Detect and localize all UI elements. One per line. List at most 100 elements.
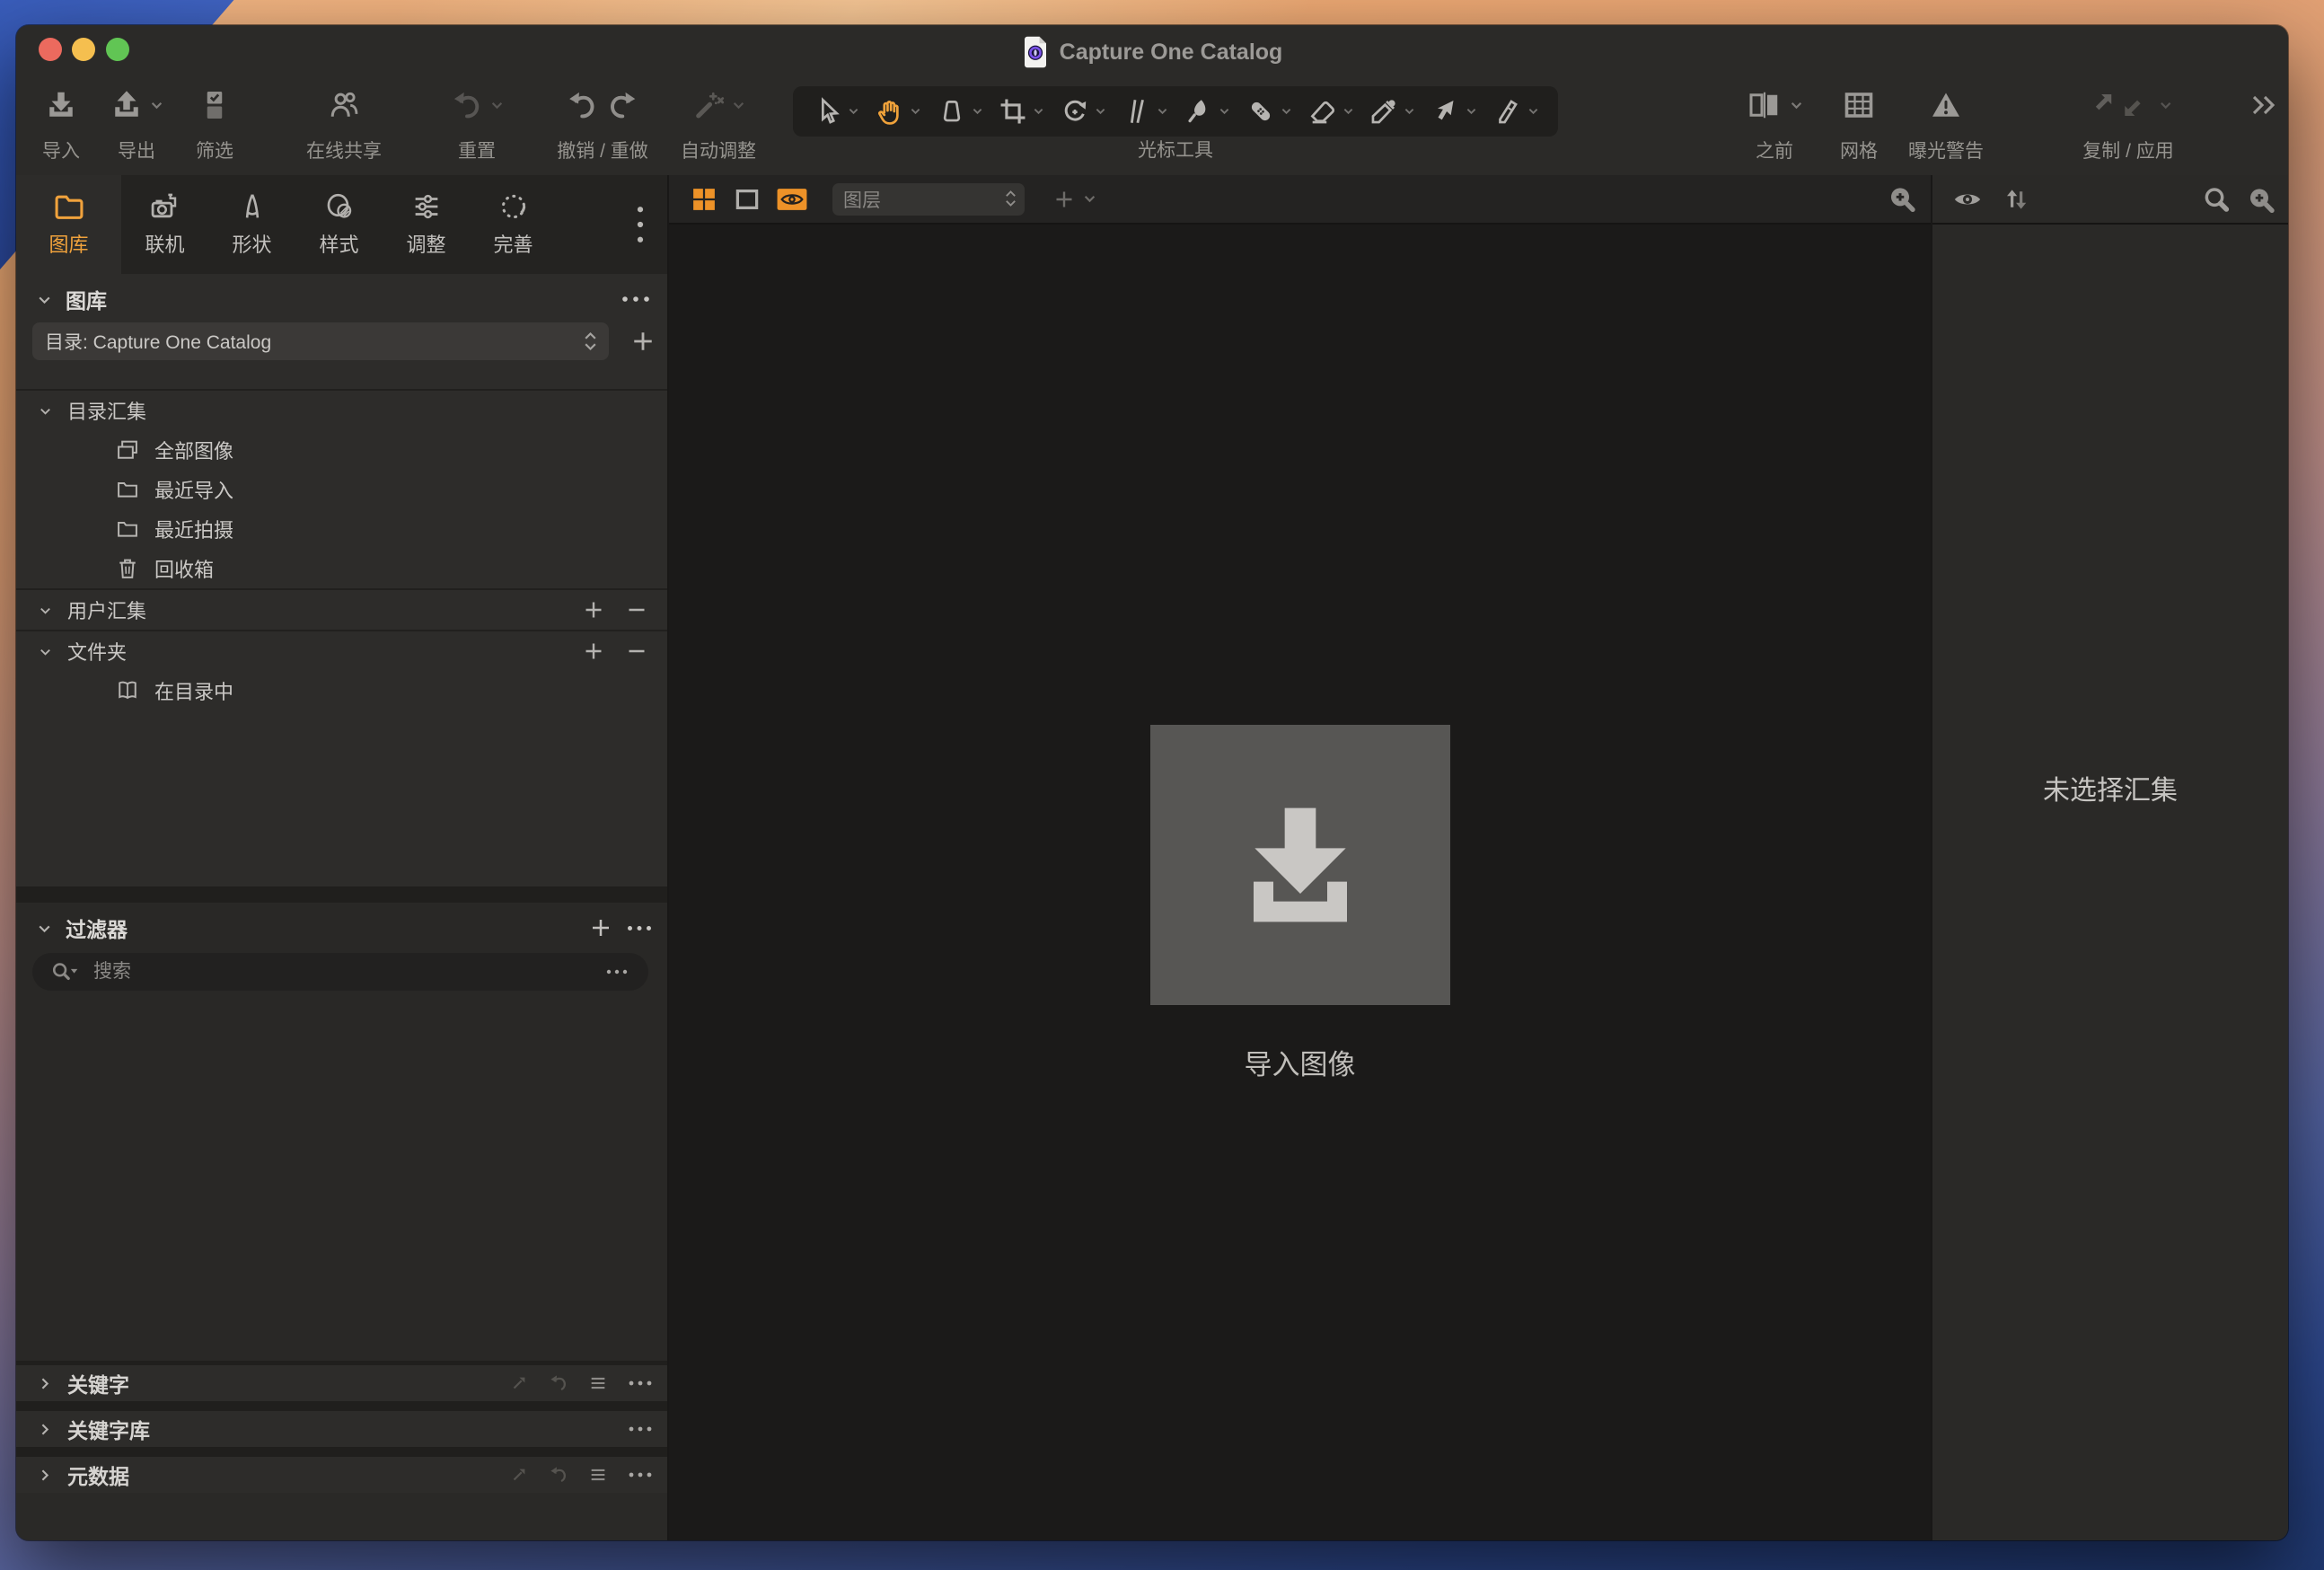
filter-toolbar-button[interactable]: 筛选: [196, 79, 233, 163]
undo-icon: [569, 92, 594, 119]
tree-item-in-catalog[interactable]: 在目录中: [16, 671, 667, 710]
tab-label: 图库: [48, 234, 89, 256]
copy-adjustments-icon[interactable]: [509, 1465, 529, 1485]
copy-adjustments-icon[interactable]: [509, 1373, 529, 1393]
auto-adjust-button[interactable]: 自动调整: [681, 79, 756, 163]
viewer-canvas: 导入图像: [669, 226, 1931, 1540]
select-tool[interactable]: [813, 96, 858, 127]
filters-header[interactable]: 过滤器: [16, 903, 667, 944]
loupe-plus-icon[interactable]: [2247, 186, 2276, 215]
hamburger-menu-icon[interactable]: [588, 1373, 608, 1393]
add-filter-button[interactable]: [590, 917, 612, 939]
tree-group-folders[interactable]: 文件夹: [16, 631, 667, 671]
add-folder-icon[interactable]: [583, 640, 604, 662]
tab-tether[interactable]: 联机: [121, 175, 208, 274]
ellipsis-icon[interactable]: [628, 1425, 653, 1433]
straighten-tool[interactable]: [1122, 96, 1167, 127]
single-view-icon[interactable]: [734, 186, 761, 213]
main-toolbar: 导入 导出 筛选 在线共享 重置 撤销 / 重做 自动调整 光标工具 之前 网格…: [16, 79, 2288, 175]
tab-shapes[interactable]: 形状: [208, 175, 295, 274]
open-book-icon: [119, 681, 136, 700]
import-dropzone[interactable]: [1149, 725, 1450, 1005]
keyword-library-section-header[interactable]: 关键字库: [16, 1411, 667, 1447]
draw-tool[interactable]: [1430, 96, 1476, 127]
copy-arrow-up-icon: [2096, 94, 2112, 110]
tab-label: 调整: [406, 234, 446, 256]
tool-tabs: 图库 联机 形状 样式 调整 完善: [16, 175, 667, 274]
keywords-section-header[interactable]: 关键字: [16, 1365, 667, 1401]
filter-checkbox-icon: [207, 92, 223, 119]
tree-item-recent-captures[interactable]: 最近拍摄: [16, 509, 667, 549]
rotate-tool[interactable]: [1060, 96, 1105, 127]
copy-apply-button[interactable]: 复制 / 应用: [2082, 79, 2174, 163]
pan-tool[interactable]: [875, 96, 920, 127]
chevron-down-icon: [1466, 109, 1476, 115]
ellipsis-icon[interactable]: [628, 1471, 653, 1478]
remove-folder-icon[interactable]: [626, 640, 647, 662]
folder-small-icon: [118, 522, 137, 537]
filter-search-field[interactable]: [32, 953, 648, 991]
add-catalog-button[interactable]: [631, 330, 655, 353]
tree-item-trash[interactable]: 回收箱: [16, 549, 667, 588]
chevron-down-icon: [151, 101, 163, 109]
viewer-zoom-button[interactable]: [1888, 185, 1916, 214]
tree-item-all-images[interactable]: 全部图像: [16, 430, 667, 470]
search-options-button[interactable]: [605, 968, 629, 975]
add-layer-button[interactable]: [1053, 189, 1096, 210]
hamburger-menu-icon[interactable]: [588, 1465, 608, 1485]
double-chevron-right-icon: [2252, 95, 2276, 115]
main-area: 图库 联机 形状 样式 调整 完善 图库 目录: Capture One Cat…: [16, 175, 2288, 1540]
chevron-down-icon: [1343, 109, 1352, 115]
metadata-section-header[interactable]: 元数据: [16, 1457, 667, 1493]
sort-arrows-icon[interactable]: [2003, 186, 2029, 213]
proof-view-icon[interactable]: [777, 188, 807, 211]
before-toggle[interactable]: 之前: [1747, 79, 1802, 163]
grid-toggle[interactable]: 网格: [1840, 79, 1878, 163]
import-button[interactable]: 导入: [42, 79, 80, 163]
reset-button[interactable]: 重置: [451, 79, 503, 163]
loupe-tool[interactable]: [937, 96, 982, 127]
layers-selector-value: 图层: [843, 190, 881, 211]
reset-section-icon[interactable]: [549, 1373, 568, 1393]
eye-icon[interactable]: [1952, 186, 1983, 213]
ellipsis-icon: [606, 969, 628, 975]
search-input[interactable]: [93, 961, 630, 983]
tab-library[interactable]: 图库: [16, 175, 121, 274]
tab-styles[interactable]: 样式: [295, 175, 383, 274]
toolbar-overflow-button[interactable]: [2250, 79, 2279, 131]
multi-view-icon[interactable]: [691, 186, 717, 213]
tab-adjustments[interactable]: 调整: [383, 175, 470, 274]
remove-collection-icon[interactable]: [626, 599, 647, 621]
filters-section: 过滤器: [16, 903, 667, 1361]
online-share-button[interactable]: 在线共享: [306, 79, 382, 163]
pen-tool[interactable]: [1492, 96, 1538, 127]
chevron-down-icon: [1281, 109, 1290, 115]
erase-tool[interactable]: [1307, 96, 1353, 127]
brush-tool[interactable]: [1184, 96, 1229, 127]
exposure-warning-toggle[interactable]: 曝光警告: [1908, 79, 1984, 163]
layers-selector[interactable]: 图层: [832, 182, 1025, 216]
picker-tool[interactable]: [1369, 96, 1414, 127]
catalog-selector[interactable]: 目录: Capture One Catalog: [32, 322, 609, 360]
window-title: Capture One Catalog: [1059, 39, 1283, 65]
library-more-button[interactable]: [621, 295, 651, 304]
tree-group-catalog-collections[interactable]: 目录汇集: [16, 391, 667, 430]
ellipsis-icon[interactable]: [628, 1380, 653, 1387]
reset-section-icon[interactable]: [549, 1465, 568, 1485]
eyedropper-icon: [1371, 100, 1395, 124]
library-header[interactable]: 图库: [16, 274, 667, 315]
filters-more-button[interactable]: [626, 924, 653, 932]
add-collection-icon[interactable]: [583, 599, 604, 621]
tab-refine[interactable]: 完善: [470, 175, 557, 274]
export-button[interactable]: 导出: [110, 79, 163, 163]
tree-group-user-collections[interactable]: 用户汇集: [16, 590, 667, 630]
library-header-label: 图库: [66, 289, 107, 313]
search-icon[interactable]: [2202, 186, 2231, 215]
straighten-icon: [1130, 99, 1144, 124]
tabs-overflow-menu[interactable]: [624, 175, 656, 274]
crop-tool[interactable]: [998, 96, 1043, 127]
undo-redo-group[interactable]: 撤销 / 重做: [557, 79, 648, 163]
tree-item-recent-imports[interactable]: 最近导入: [16, 470, 667, 509]
tab-label: 联机: [145, 234, 185, 256]
heal-tool[interactable]: [1246, 96, 1291, 127]
